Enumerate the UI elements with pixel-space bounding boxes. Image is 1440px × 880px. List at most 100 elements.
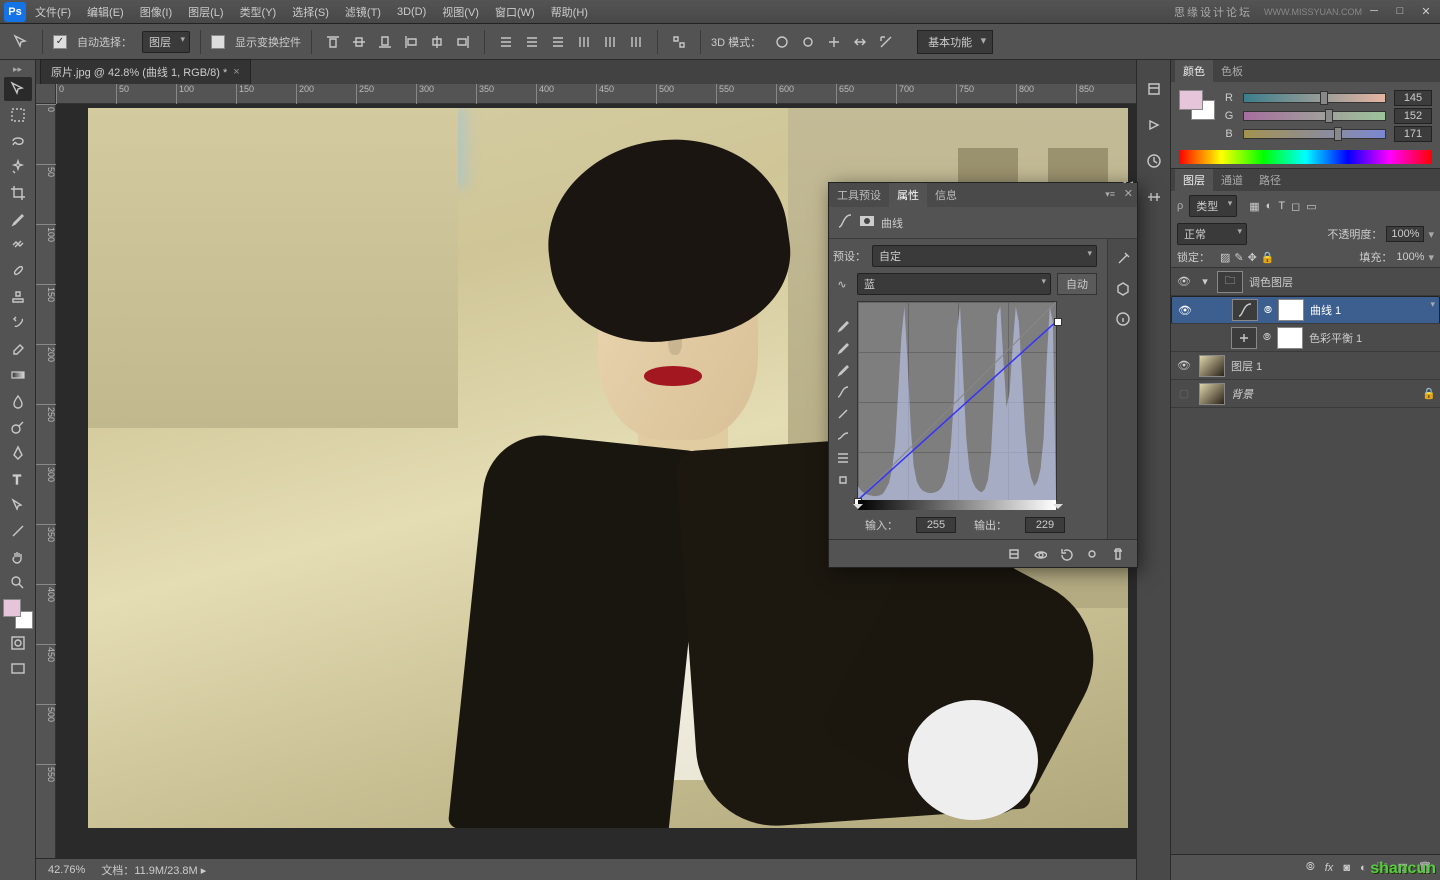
zoom-tool[interactable] xyxy=(4,571,32,595)
blur-tool[interactable] xyxy=(4,389,32,413)
view-previous-icon[interactable] xyxy=(1031,545,1049,563)
close-tab-icon[interactable]: × xyxy=(233,66,239,78)
channel-select[interactable]: 蓝 xyxy=(857,273,1051,295)
align-right-icon[interactable] xyxy=(452,31,474,53)
channel-icon[interactable]: ∿ xyxy=(833,278,851,291)
3d-icon[interactable] xyxy=(1113,279,1133,299)
eyedropper-gray-icon[interactable] xyxy=(833,339,853,357)
layer-name[interactable]: 曲线 1 xyxy=(1310,302,1435,318)
mask-mode-icon[interactable] xyxy=(859,213,875,232)
layer-curves[interactable]: 👁 ⦾ 曲线 1 xyxy=(1171,296,1440,324)
document-tab[interactable]: 原片.jpg @ 42.8% (曲线 1, RGB/8) * × xyxy=(40,59,251,84)
history-brush-tool[interactable] xyxy=(4,311,32,335)
blend-mode-select[interactable]: 正常 xyxy=(1177,223,1247,245)
move-tool-preset-icon[interactable] xyxy=(10,31,32,53)
link-icon[interactable]: ⦾ xyxy=(1263,332,1271,343)
curve-edit-points-icon[interactable] xyxy=(833,383,853,401)
layer-group[interactable]: 👁 ▾ 🗀 调色图层 xyxy=(1171,268,1440,296)
crop-tool[interactable] xyxy=(4,181,32,205)
lock-pixels-icon[interactable]: ▨ xyxy=(1220,251,1230,264)
eyedropper-tool[interactable] xyxy=(4,207,32,231)
layers-tab[interactable]: 图层 xyxy=(1175,169,1213,191)
opacity-value[interactable]: 100% xyxy=(1386,226,1424,242)
3d-scale-icon[interactable] xyxy=(875,31,897,53)
g-slider[interactable] xyxy=(1243,111,1386,121)
eyedropper-white-icon[interactable] xyxy=(833,361,853,379)
history-panel-icon[interactable] xyxy=(1143,78,1165,100)
3d-slide-icon[interactable] xyxy=(849,31,871,53)
menu-layer[interactable]: 图层(L) xyxy=(181,4,230,20)
group-toggle-icon[interactable]: ▾ xyxy=(1199,275,1211,288)
stamp-tool[interactable] xyxy=(4,285,32,309)
eyedropper-black-icon[interactable] xyxy=(833,317,853,335)
toggle-visibility-icon[interactable] xyxy=(1083,545,1101,563)
props-tab-properties[interactable]: 属性 xyxy=(889,183,927,207)
menu-select[interactable]: 选择(S) xyxy=(285,4,336,20)
output-value[interactable]: 229 xyxy=(1025,517,1065,533)
distribute-vcenter-icon[interactable] xyxy=(521,31,543,53)
curve-smooth-icon[interactable] xyxy=(833,427,853,445)
align-left-icon[interactable] xyxy=(400,31,422,53)
link-icon[interactable]: ⦾ xyxy=(1264,305,1272,316)
fill-value[interactable]: 100% xyxy=(1396,251,1424,263)
lock-position-icon[interactable]: ✥ xyxy=(1248,251,1257,264)
path-select-tool[interactable] xyxy=(4,493,32,517)
props-tab-info[interactable]: 信息 xyxy=(927,183,965,207)
window-minimize-icon[interactable]: ─ xyxy=(1364,5,1384,18)
menu-window[interactable]: 窗口(W) xyxy=(488,4,542,20)
workspace-select[interactable]: 基本功能 xyxy=(917,30,993,54)
layer-colorbalance[interactable]: ⦾ 色彩平衡 1 xyxy=(1171,324,1440,352)
character-panel-icon[interactable] xyxy=(1143,186,1165,208)
align-vcenter-icon[interactable] xyxy=(348,31,370,53)
navigator-panel-icon[interactable] xyxy=(1143,150,1165,172)
distribute-top-icon[interactable] xyxy=(495,31,517,53)
on-image-adjust-icon[interactable] xyxy=(833,471,853,489)
distribute-hcenter-icon[interactable] xyxy=(599,31,621,53)
paths-tab[interactable]: 路径 xyxy=(1251,169,1289,191)
ruler-vertical[interactable]: 050100150200250300350400450500550 xyxy=(36,104,56,858)
marquee-tool[interactable] xyxy=(4,103,32,127)
layer-fx-icon[interactable]: fx xyxy=(1325,862,1334,874)
info-icon[interactable] xyxy=(1113,309,1133,329)
panel-close-icon[interactable]: ✕ xyxy=(1124,187,1133,200)
align-top-icon[interactable] xyxy=(322,31,344,53)
layer-mask[interactable] xyxy=(1277,327,1303,349)
menu-help[interactable]: 帮助(H) xyxy=(544,4,595,20)
visibility-icon[interactable]: 👁 xyxy=(1175,359,1193,372)
layer-mask[interactable] xyxy=(1278,299,1304,321)
preset-select[interactable]: 自定 xyxy=(872,245,1097,267)
screenmode-tool[interactable] xyxy=(4,657,32,681)
curve-draw-icon[interactable] xyxy=(833,405,853,423)
window-restore-icon[interactable]: □ xyxy=(1390,5,1410,18)
new-adjustment-icon[interactable]: ◐ xyxy=(1360,862,1367,874)
lock-all-icon[interactable]: 🔒 xyxy=(1261,251,1275,264)
type-tool[interactable]: T xyxy=(4,467,32,491)
dodge-tool[interactable] xyxy=(4,415,32,439)
filter-smart-icon[interactable]: ▭ xyxy=(1306,200,1316,213)
auto-select-checkbox[interactable]: ✓ xyxy=(53,35,67,49)
r-value[interactable]: 145 xyxy=(1394,90,1432,106)
menu-filter[interactable]: 滤镜(T) xyxy=(338,4,388,20)
menu-type[interactable]: 类型(Y) xyxy=(233,4,284,20)
layer-image1[interactable]: 👁 图层 1 xyxy=(1171,352,1440,380)
link-layers-icon[interactable]: ⦾ xyxy=(1306,861,1315,874)
panel-menu-icon[interactable]: ▾≡ xyxy=(1105,189,1115,200)
swatches-tab[interactable]: 色板 xyxy=(1213,60,1251,82)
filter-type-icon[interactable]: T xyxy=(1278,200,1285,213)
filter-shape-icon[interactable]: ◻ xyxy=(1291,200,1300,213)
color-tab[interactable]: 颜色 xyxy=(1175,60,1213,82)
distribute-bottom-icon[interactable] xyxy=(547,31,569,53)
zoom-value[interactable]: 42.76% xyxy=(48,864,85,876)
auto-button[interactable]: 自动 xyxy=(1057,273,1097,295)
layer-name[interactable]: 色彩平衡 1 xyxy=(1309,330,1436,346)
add-mask-icon[interactable]: ◙ xyxy=(1343,862,1350,874)
channels-tab[interactable]: 通道 xyxy=(1213,169,1251,191)
brush-tool[interactable] xyxy=(4,259,32,283)
b-value[interactable]: 171 xyxy=(1394,126,1432,142)
visibility-icon[interactable]: 👁 xyxy=(1176,304,1194,317)
layer-background[interactable]: ▢ 背景 🔒 xyxy=(1171,380,1440,408)
curves-graph[interactable] xyxy=(857,301,1057,501)
delete-adjustment-icon[interactable] xyxy=(1109,545,1127,563)
auto-select-target[interactable]: 图层 xyxy=(142,31,190,53)
move-tool[interactable] xyxy=(4,77,32,101)
